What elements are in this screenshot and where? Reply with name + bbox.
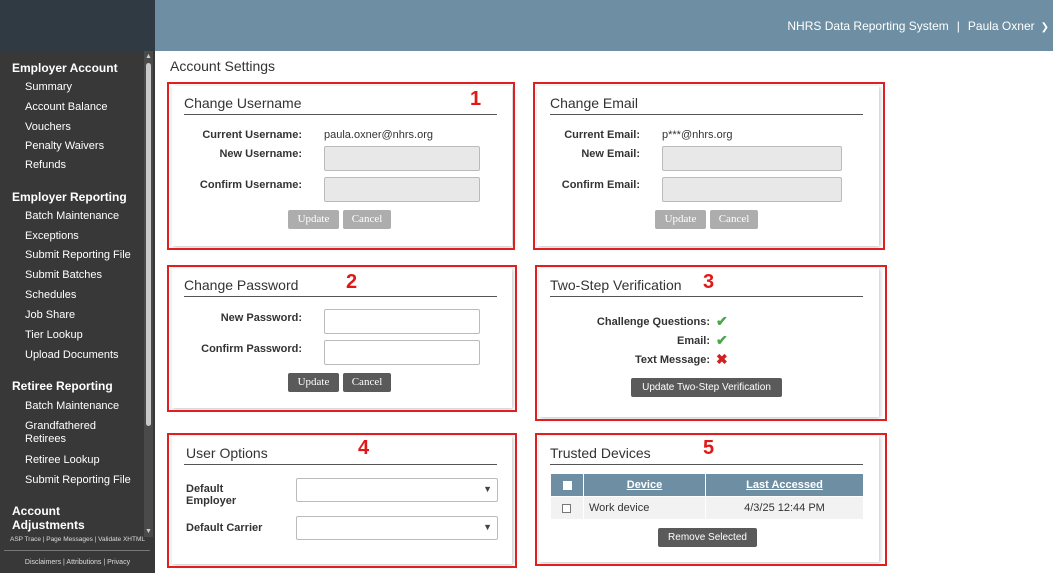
marker-1: 1 xyxy=(470,88,482,110)
default-employer-select[interactable]: ▼ xyxy=(296,478,498,502)
nav-item-account-balance[interactable]: Account Balance xyxy=(25,101,108,114)
scroll-up-icon[interactable]: ▲ xyxy=(145,53,152,60)
device-name-cell: Work device xyxy=(584,497,705,519)
title-underline xyxy=(184,464,497,465)
change-email-title: Change Email xyxy=(550,95,638,111)
row-select-cell[interactable] xyxy=(551,497,583,519)
nav-item-exceptions[interactable]: Exceptions xyxy=(25,230,79,243)
cancel-email-button[interactable]: Cancel xyxy=(710,210,758,229)
header-separator: | xyxy=(956,19,960,33)
marker-3: 3 xyxy=(703,271,715,293)
email-verification-label: Email: xyxy=(676,335,710,347)
confirm-password-input[interactable] xyxy=(324,340,480,365)
title-underline xyxy=(550,296,863,297)
sidebar-scrollbar[interactable]: ▲ ▼ xyxy=(144,51,153,537)
update-two-step-button[interactable]: Update Two-Step Verification xyxy=(631,378,782,397)
current-username-value: paula.oxner@nhrs.org xyxy=(324,129,434,141)
confirm-username-input[interactable] xyxy=(324,177,480,202)
nav-item-grandfathered-retirees[interactable]: Grandfathered Retirees xyxy=(25,420,115,446)
challenge-questions-label: Challenge Questions: xyxy=(596,316,710,328)
footer-divider xyxy=(4,550,150,551)
update-username-button[interactable]: Update xyxy=(288,210,339,229)
confirm-password-label: Confirm Password: xyxy=(201,343,302,355)
new-email-input[interactable] xyxy=(662,146,842,171)
select-all-header[interactable] xyxy=(551,474,583,496)
nav-item-job-share[interactable]: Job Share xyxy=(25,309,75,322)
row-checkbox[interactable] xyxy=(562,504,571,513)
chevron-down-icon[interactable]: ❯ xyxy=(1041,22,1049,33)
two-step-title: Two-Step Verification xyxy=(550,277,682,293)
new-username-input[interactable] xyxy=(324,146,480,171)
system-name: NHRS Data Reporting System xyxy=(787,19,949,33)
nav-group-account-adjustments: Account Adjustments xyxy=(12,504,85,532)
nav-item-retiree-batch-maintenance[interactable]: Batch Maintenance xyxy=(25,400,119,413)
marker-5: 5 xyxy=(703,437,715,459)
debug-links[interactable]: ASP Trace | Page Messages | Validate XHT… xyxy=(0,536,155,543)
nav-item-tier-lookup[interactable]: Tier Lookup xyxy=(25,329,83,342)
default-carrier-select[interactable]: ▼ xyxy=(296,516,498,540)
user-menu[interactable]: NHRS Data Reporting System | Paula Oxner ❯ xyxy=(787,19,1049,33)
x-mark-icon: ✖ xyxy=(716,351,728,367)
marker-4: 4 xyxy=(358,437,370,459)
confirm-email-label: Confirm Email: xyxy=(561,179,640,191)
update-email-button[interactable]: Update xyxy=(655,210,706,229)
scroll-down-icon[interactable]: ▼ xyxy=(145,528,152,535)
cancel-password-button[interactable]: Cancel xyxy=(343,373,391,392)
nav-item-upload-documents[interactable]: Upload Documents xyxy=(25,349,119,362)
new-email-label: New Email: xyxy=(581,148,640,160)
last-accessed-cell: 4/3/25 12:44 PM xyxy=(706,497,863,519)
nav-item-submit-reporting-file[interactable]: Submit Reporting File xyxy=(25,249,131,262)
new-password-input[interactable] xyxy=(324,309,480,334)
nav-item-retiree-lookup[interactable]: Retiree Lookup xyxy=(25,454,100,467)
trusted-devices-title: Trusted Devices xyxy=(550,445,651,461)
select-all-checkbox[interactable] xyxy=(563,481,572,490)
checkmark-icon: ✔ xyxy=(716,313,728,329)
scrollbar-thumb[interactable] xyxy=(146,63,151,426)
legal-links[interactable]: Disclaimers | Attributions | Privacy xyxy=(0,559,155,566)
nav-item-refunds[interactable]: Refunds xyxy=(25,159,66,172)
current-email-label: Current Email: xyxy=(564,129,640,141)
chevron-down-icon: ▼ xyxy=(483,522,492,532)
title-underline xyxy=(550,464,863,465)
top-bar-corner xyxy=(0,0,155,51)
device-column-header[interactable]: Device xyxy=(584,474,705,496)
cancel-username-button[interactable]: Cancel xyxy=(343,210,391,229)
nav-item-penalty-waivers[interactable]: Penalty Waivers xyxy=(25,140,104,153)
nav-item-batch-maintenance[interactable]: Batch Maintenance xyxy=(25,210,119,223)
nav-item-schedules[interactable]: Schedules xyxy=(25,289,76,302)
title-underline xyxy=(184,296,497,297)
nav-item-vouchers[interactable]: Vouchers xyxy=(25,121,71,134)
nav-group-retiree-reporting: Retiree Reporting xyxy=(12,379,113,393)
text-message-label: Text Message: xyxy=(635,354,710,366)
change-username-title: Change Username xyxy=(184,95,302,111)
remove-selected-button[interactable]: Remove Selected xyxy=(658,528,757,547)
nav-item-submit-batches[interactable]: Submit Batches xyxy=(25,269,102,282)
sidebar: Employer Account Summary Account Balance… xyxy=(0,51,155,573)
current-email-value: p***@nhrs.org xyxy=(662,129,733,141)
nav-item-retiree-submit-reporting-file[interactable]: Submit Reporting File xyxy=(25,474,131,487)
nav-group-employer-reporting: Employer Reporting xyxy=(12,190,127,204)
default-carrier-label: Default Carrier xyxy=(186,522,263,534)
title-underline xyxy=(184,114,497,115)
new-password-label: New Password: xyxy=(220,312,302,324)
nav-item-summary[interactable]: Summary xyxy=(25,81,72,94)
confirm-username-label: Confirm Username: xyxy=(199,179,302,191)
default-employer-label: Default Employer xyxy=(186,483,237,507)
current-username-label: Current Username: xyxy=(202,129,302,141)
update-password-button[interactable]: Update xyxy=(288,373,339,392)
page-title: Account Settings xyxy=(170,58,276,74)
change-password-title: Change Password xyxy=(184,277,299,293)
nav-group-employer-account: Employer Account xyxy=(12,61,118,75)
checkmark-icon: ✔ xyxy=(716,332,728,348)
last-accessed-column-header[interactable]: Last Accessed xyxy=(706,474,863,496)
user-name[interactable]: Paula Oxner xyxy=(968,19,1035,33)
user-options-title: User Options xyxy=(186,445,268,461)
title-underline xyxy=(550,114,863,115)
new-username-label: New Username: xyxy=(219,148,302,160)
confirm-email-input[interactable] xyxy=(662,177,842,202)
marker-2: 2 xyxy=(346,271,358,293)
top-bar: NHRS Data Reporting System | Paula Oxner ❯ xyxy=(0,0,1053,51)
chevron-down-icon: ▼ xyxy=(483,484,492,494)
